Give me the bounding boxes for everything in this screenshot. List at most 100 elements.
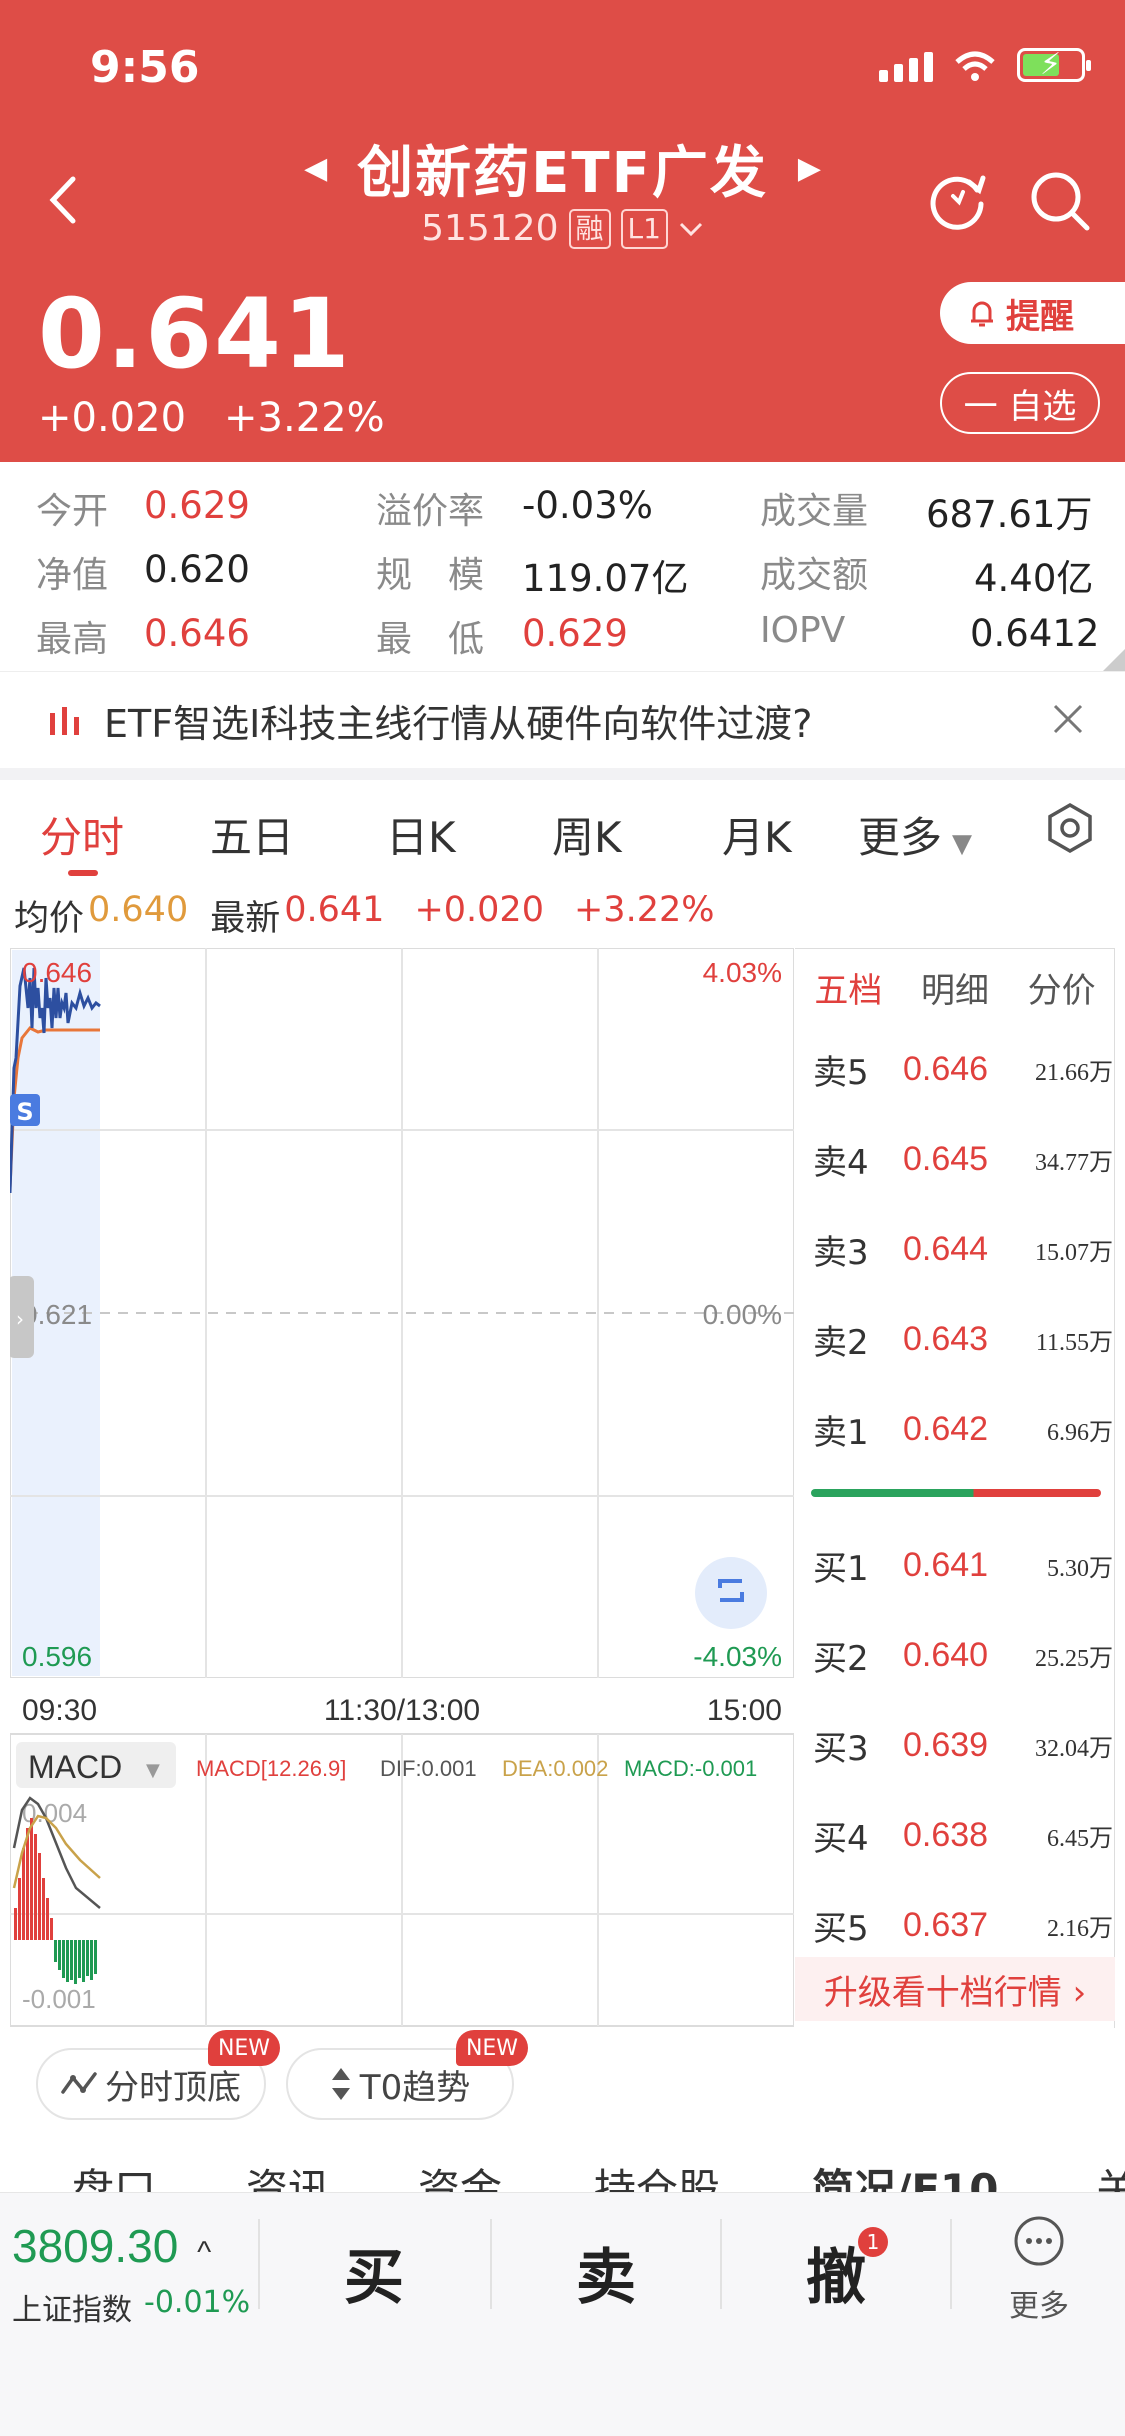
bid-volume: 2.16万 <box>1047 1916 1113 1942</box>
divider <box>258 2219 260 2309</box>
upgrade-ten-levels-button[interactable]: 升级看十档行情 › <box>795 1957 1115 2021</box>
ask-price: 0.644 <box>903 1230 989 1268</box>
bid-row[interactable]: 买3 0.639 32.04万 <box>813 1721 1113 1770</box>
nav-value: 0.620 <box>144 548 250 591</box>
intraday-chart[interactable]: 0.646 0.621 0.596 4.03% 0.00% -4.03% S ›… <box>10 948 794 2028</box>
ask-row[interactable]: 卖2 0.643 11.55万 <box>813 1315 1113 1364</box>
scale-label: 规 模 <box>376 555 485 596</box>
macd-dif: DIF:0.001 <box>380 1756 477 1781</box>
caret-up-icon: ^ <box>197 2236 212 2269</box>
bar-chart-icon <box>50 707 79 735</box>
ask-row[interactable]: 卖5 0.646 21.66万 <box>813 1045 1113 1094</box>
ask-label: 卖4 <box>813 1143 869 1183</box>
trend-icon <box>61 2072 97 2094</box>
caret-down-icon: ▼ <box>952 829 973 859</box>
ask-volume: 15.07万 <box>1035 1240 1113 1266</box>
chart-tabs: 分时 五日 日K 周K 月K 更多 ▼ <box>0 780 1125 880</box>
caret-down-icon: ▼ <box>146 1760 160 1781</box>
high-label: 最高 <box>36 619 109 660</box>
tab-capital[interactable]: 资金 <box>418 2156 502 2192</box>
search-icon <box>1031 172 1090 231</box>
price-change-pct: +3.22% <box>224 395 385 441</box>
bid-label: 买1 <box>813 1549 869 1589</box>
wifi-icon <box>955 51 995 81</box>
fullscreen-button[interactable] <box>695 1557 767 1629</box>
add-watchlist-button[interactable]: 一 自选 <box>940 372 1100 434</box>
search-button[interactable] <box>1027 168 1093 234</box>
pct-axis-mid: 0.00% <box>703 1299 782 1330</box>
y-axis-top: 0.646 <box>22 957 92 988</box>
tab-monthly-k[interactable]: 月K <box>722 804 792 865</box>
ask-label: 卖2 <box>813 1323 869 1363</box>
tab-price-distribution[interactable]: 分价 <box>1028 963 1096 1012</box>
bid-row[interactable]: 买5 0.637 2.16万 <box>813 1901 1113 1950</box>
stock-title[interactable]: 创新药ETF广发 <box>357 128 768 209</box>
index-widget[interactable]: 3809.30 ^ <box>12 2219 211 2273</box>
stock-code: 515120 <box>421 208 559 249</box>
premium-value: -0.03% <box>522 484 653 527</box>
tab-intraday[interactable]: 分时 <box>40 804 124 865</box>
ask-row[interactable]: 卖4 0.645 34.77万 <box>813 1135 1113 1184</box>
news-banner[interactable]: ETF智选I科技主线行情从硬件向软件过渡? <box>0 672 1125 768</box>
scale-value: 119.07亿 <box>522 557 689 600</box>
stats-panel: 今开 0.629 溢价率 -0.03% 成交量 687.61万 净值 0.620… <box>0 462 1125 672</box>
bid-price: 0.637 <box>903 1906 989 1944</box>
order-book-tabs: 五档 明细 分价 <box>795 963 1115 1012</box>
tab-more-label: 更多 <box>858 813 943 862</box>
intraday-info-line: 均价 0.640 最新 0.641 +0.020 +3.22% <box>14 890 714 941</box>
chevron-down-icon[interactable] <box>678 220 704 238</box>
remind-button[interactable]: 提醒 <box>940 282 1125 344</box>
bid-row[interactable]: 买1 0.641 5.30万 <box>813 1541 1113 1590</box>
bid-row[interactable]: 买4 0.638 6.45万 <box>813 1811 1113 1860</box>
price-change: +0.020 <box>38 395 187 441</box>
tab-related[interactable]: 关 <box>1096 2156 1125 2192</box>
tab-five-day[interactable]: 五日 <box>210 804 294 865</box>
pct-axis-bottom: -4.03% <box>693 1641 782 1672</box>
buy-button[interactable]: 买 <box>344 2229 404 2316</box>
up-down-arrows-icon <box>331 2068 350 2100</box>
bid-price: 0.641 <box>903 1546 989 1584</box>
amount-value: 4.40亿 <box>974 557 1094 600</box>
more-dots-icon <box>1014 2216 1064 2266</box>
sell-button[interactable]: 卖 <box>576 2229 636 2316</box>
sell-marker-label: S <box>16 1098 33 1126</box>
tab-f10-overview[interactable]: 简况/F10 <box>812 2156 998 2192</box>
status-time: 9:56 <box>90 42 200 93</box>
signal-icon <box>879 52 933 82</box>
tab-weekly-k[interactable]: 周K <box>552 804 622 865</box>
ask-row[interactable]: 卖3 0.644 15.07万 <box>813 1225 1113 1274</box>
ask-price: 0.645 <box>903 1140 989 1178</box>
info-change: +0.020 <box>414 890 544 930</box>
hexagon-settings-icon <box>1048 802 1092 854</box>
tab-holdings[interactable]: 持仓股 <box>594 2156 720 2192</box>
refresh-button[interactable] <box>925 168 991 234</box>
bid-volume: 32.04万 <box>1035 1736 1113 1762</box>
bid-row[interactable]: 买2 0.640 25.25万 <box>813 1631 1113 1680</box>
bid-volume: 25.25万 <box>1035 1646 1113 1672</box>
new-badge: NEW <box>208 2030 280 2066</box>
chart-settings-button[interactable] <box>1044 802 1096 854</box>
tab-trade-details[interactable]: 明细 <box>921 963 989 1012</box>
close-icon[interactable] <box>1051 702 1085 736</box>
ask-label: 卖5 <box>813 1053 869 1093</box>
bid-label: 买2 <box>813 1639 869 1679</box>
section-divider <box>0 768 1125 780</box>
current-price: 0.641 <box>38 278 352 390</box>
bid-volume: 5.30万 <box>1047 1556 1113 1582</box>
tab-daily-k[interactable]: 日K <box>386 804 456 865</box>
tab-more[interactable]: 更多 ▼ <box>858 804 972 865</box>
ask-price: 0.643 <box>903 1320 989 1358</box>
tab-order-book[interactable]: 盘口 <box>72 2156 156 2192</box>
ask-row[interactable]: 卖1 0.642 6.96万 <box>813 1405 1113 1454</box>
iopv-label: IOPV <box>760 610 846 651</box>
expand-corner-icon[interactable] <box>1103 649 1125 671</box>
ask-label: 卖1 <box>813 1413 869 1453</box>
prev-stock-icon[interactable]: ◀ <box>304 151 327 186</box>
more-button[interactable]: 更多 <box>1006 2215 1072 2325</box>
bid-price: 0.638 <box>903 1816 989 1854</box>
cancel-order-button[interactable]: 撤 <box>806 2229 866 2316</box>
next-stock-icon[interactable]: ▶ <box>798 151 821 186</box>
tab-news[interactable]: 资讯 <box>246 2156 330 2192</box>
tab-five-levels[interactable]: 五档 <box>814 963 882 1012</box>
divider <box>950 2219 952 2309</box>
